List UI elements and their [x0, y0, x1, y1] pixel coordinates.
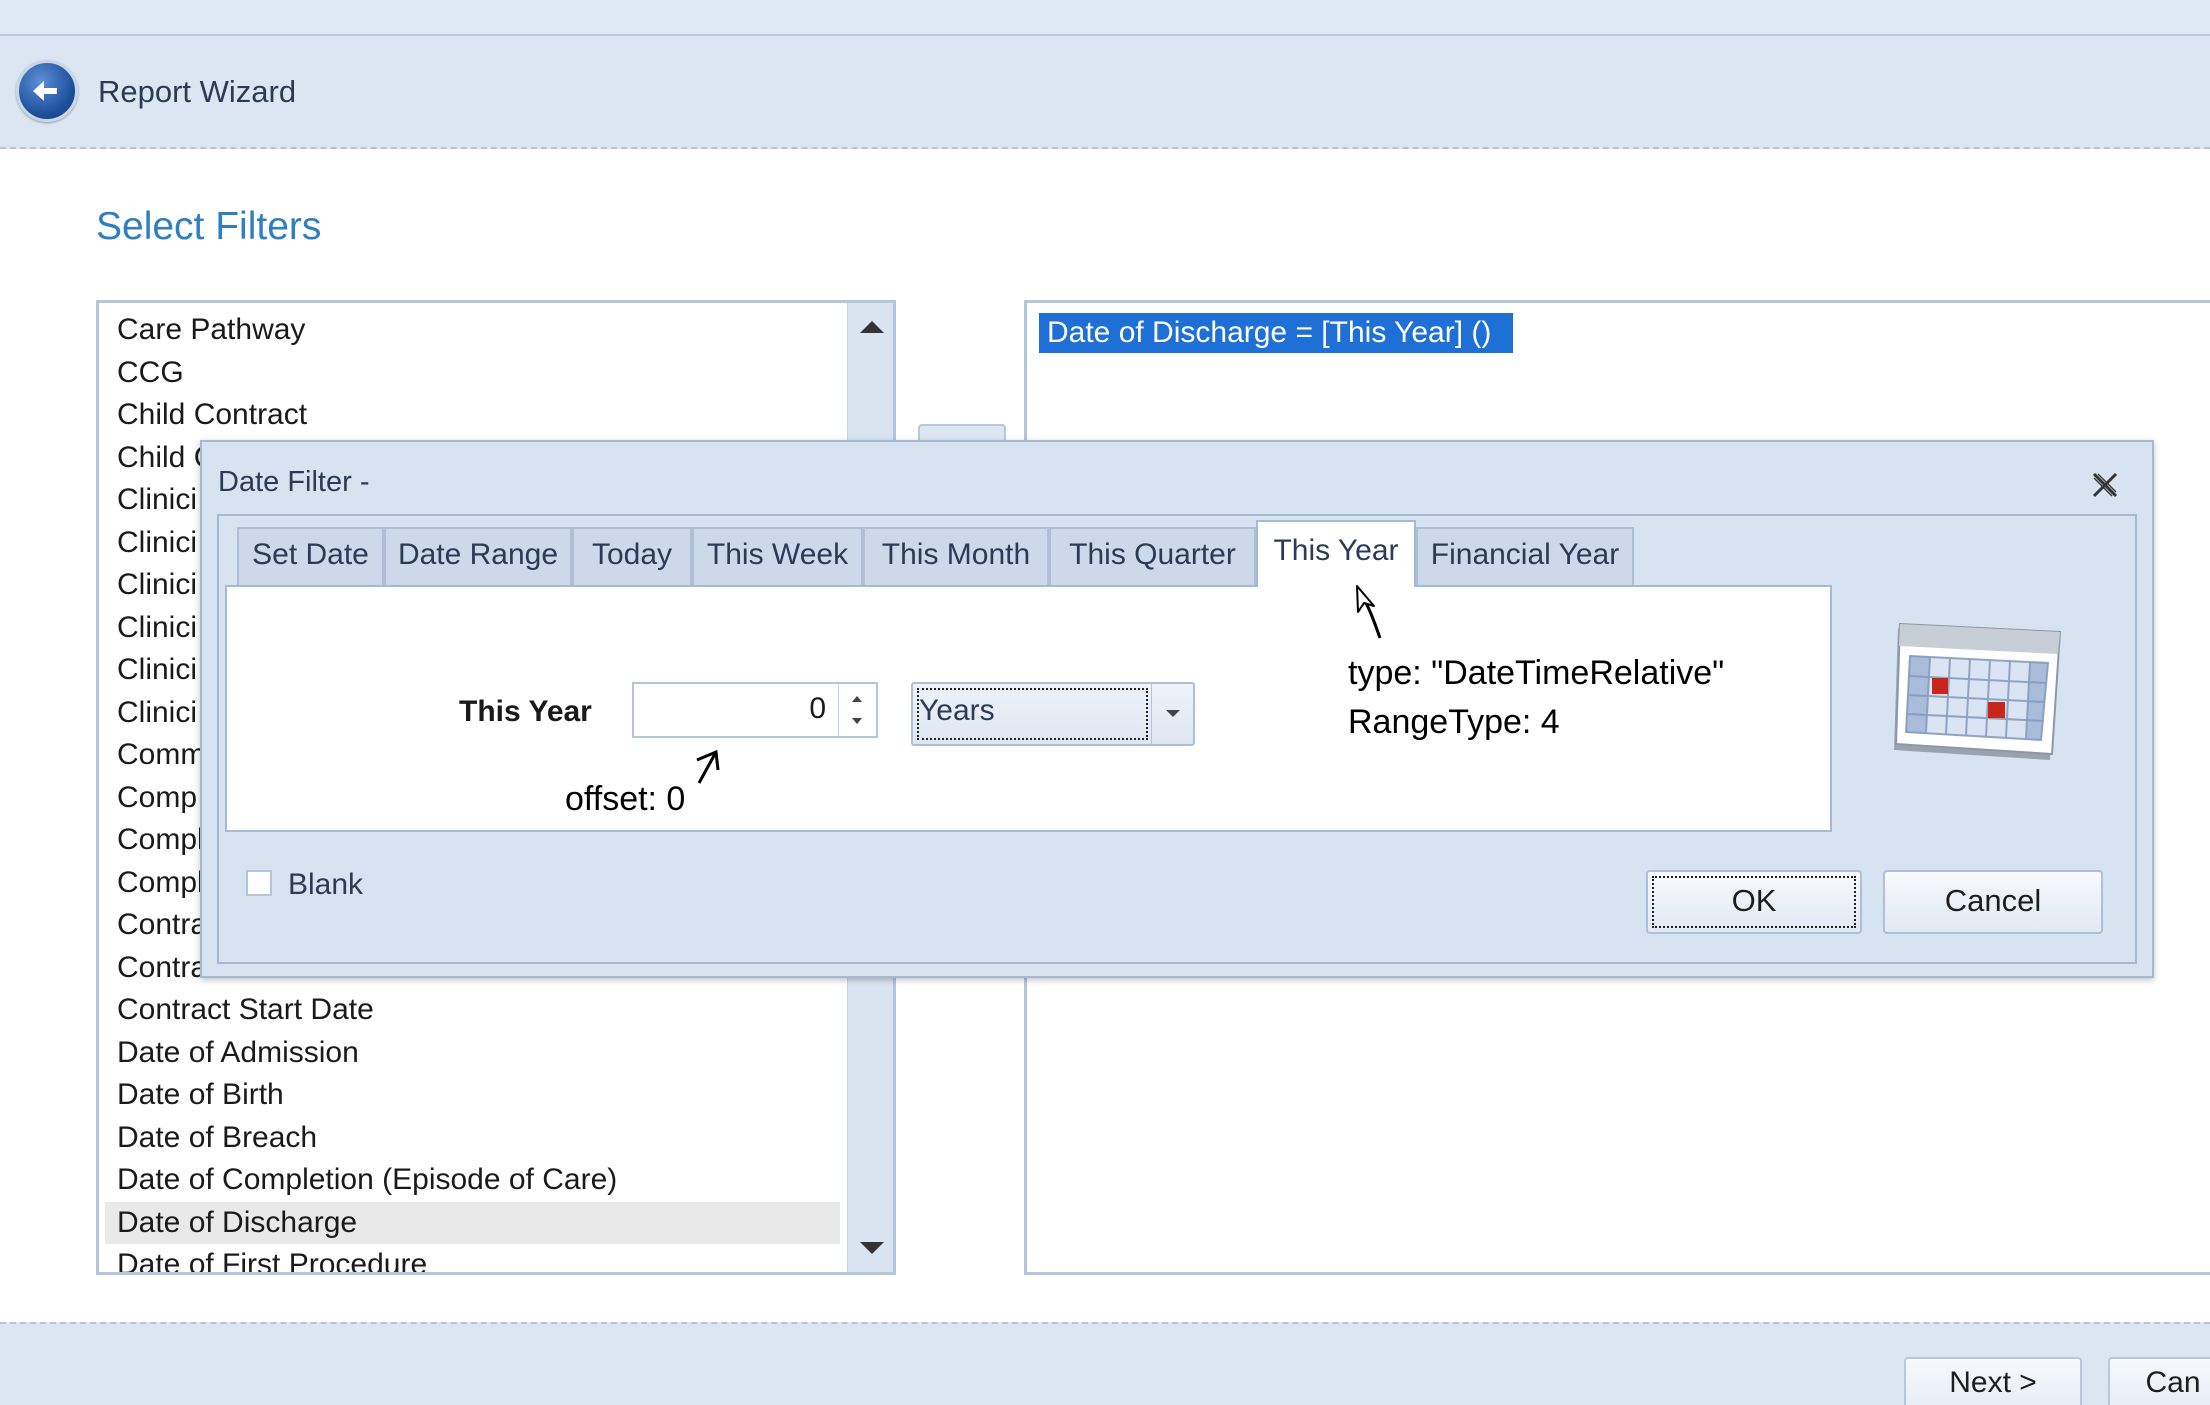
annotation-arrows	[696, 585, 1382, 784]
annotation-offset: offset: 0	[565, 780, 686, 818]
annotation-type: type: "DateTimeRelative"	[1348, 654, 1725, 692]
annotation-range-type: RangeType: 4	[1348, 703, 1560, 741]
